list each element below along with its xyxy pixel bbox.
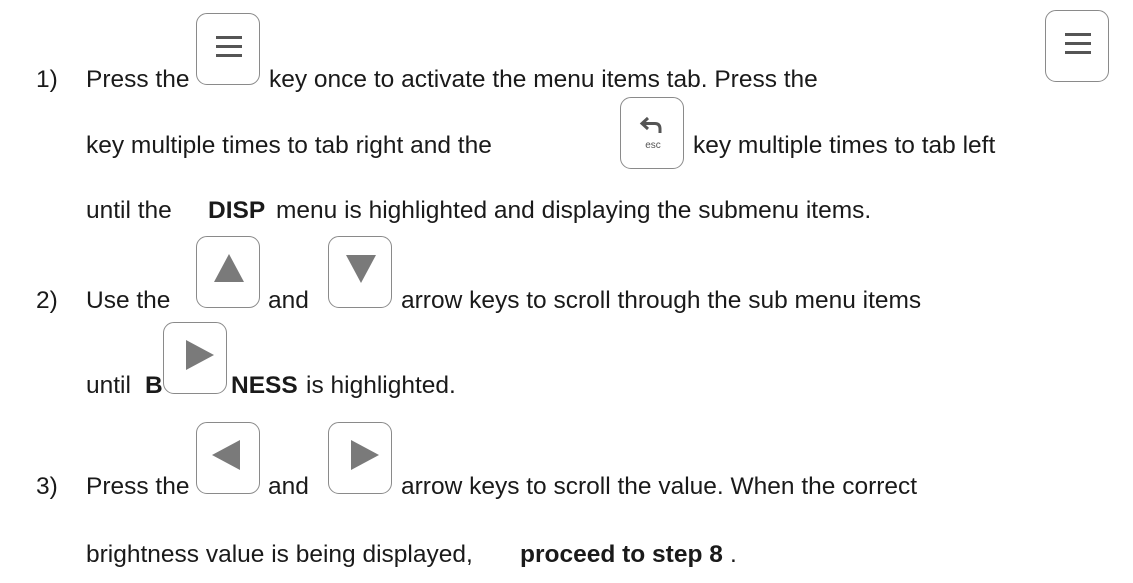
right-key-overlay <box>163 322 227 394</box>
step-1-text: key multiple times to tab left <box>693 132 996 159</box>
up-arrow-icon <box>214 254 244 282</box>
step-2-number: 2) <box>36 287 58 314</box>
step-2-text: arrow keys to scroll through the sub men… <box>401 287 922 314</box>
step-3-text: and <box>268 473 309 500</box>
up-key <box>196 236 260 308</box>
step-1-number: 1) <box>36 66 58 93</box>
down-arrow-icon <box>346 255 376 283</box>
step-reference: proceed to step 8 <box>520 541 723 568</box>
step-1-text: menu is highlighted and displaying the s… <box>276 197 872 224</box>
menu-icon <box>1065 33 1091 54</box>
menu-item-fragment: NESS <box>231 372 298 399</box>
step-1-text: key once to activate the menu items tab.… <box>269 66 818 93</box>
step-2-text: is highlighted. <box>306 372 456 399</box>
right-arrow-icon <box>351 440 379 470</box>
step-3-text: arrow keys to scroll the value. When the… <box>401 473 918 500</box>
esc-icon: esc <box>639 116 662 151</box>
menu-item-fragment: B <box>145 372 163 399</box>
menu-name-disp: DISP <box>208 197 266 224</box>
step-2-text: until <box>86 372 131 399</box>
left-key <box>196 422 260 494</box>
step-1-text: Press the <box>86 66 190 93</box>
step-3-text: Press the <box>86 473 190 500</box>
step-3-text: brightness value is being displayed, <box>86 541 473 568</box>
right-arrow-icon <box>186 340 214 370</box>
step-2-text: Use the <box>86 287 171 314</box>
menu-key <box>1045 10 1109 82</box>
esc-label: esc <box>645 140 661 151</box>
step-3-text: . <box>730 541 737 568</box>
step-2-text: and <box>268 287 309 314</box>
down-key <box>328 236 392 308</box>
step-3-number: 3) <box>36 473 58 500</box>
menu-key <box>196 13 260 85</box>
step-1-text: key multiple times to tab right and the <box>86 132 492 159</box>
left-arrow-icon <box>212 440 240 470</box>
right-key <box>328 422 392 494</box>
menu-icon <box>216 36 242 57</box>
step-1-text: until the <box>86 197 172 224</box>
esc-key: esc <box>620 97 684 169</box>
